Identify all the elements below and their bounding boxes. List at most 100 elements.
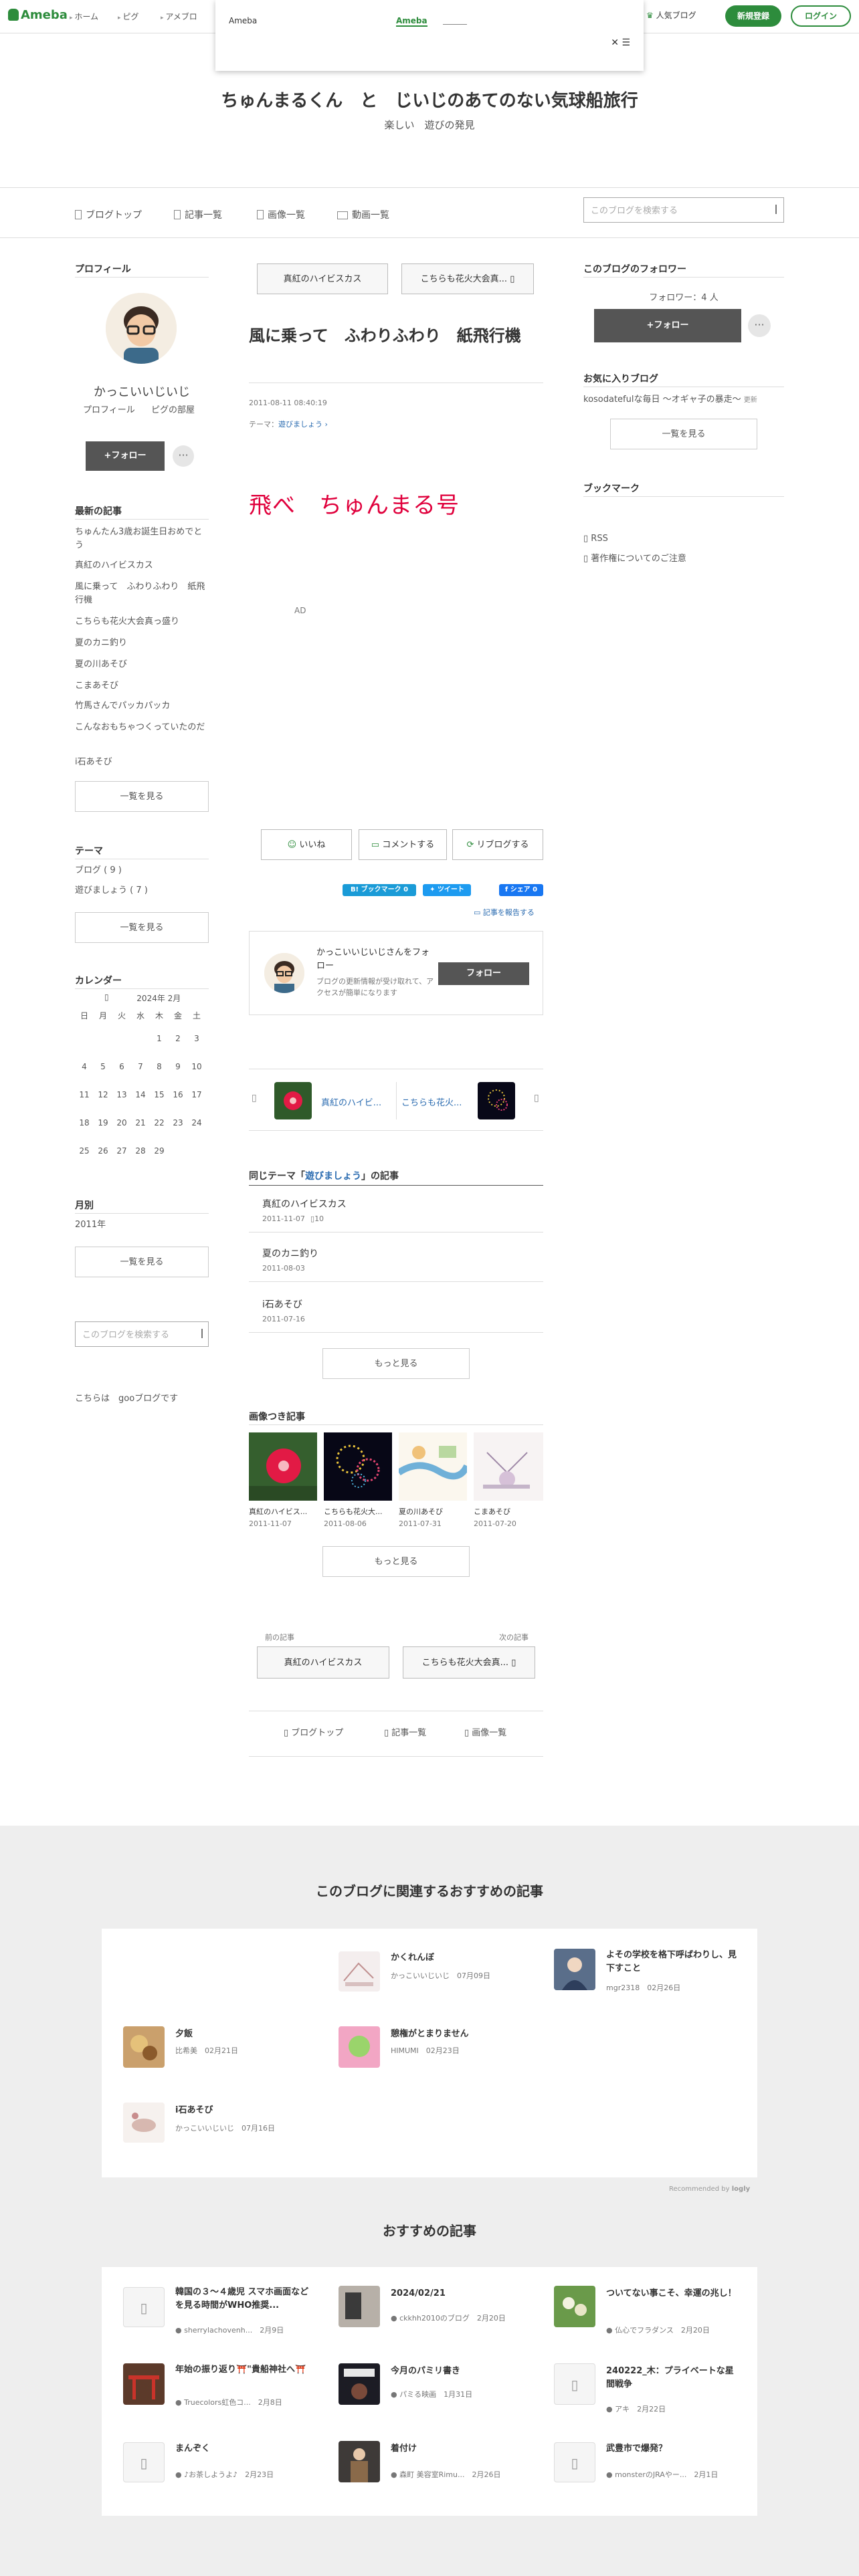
- bottom-blog-top-link[interactable]: ▯ ブログトップ: [284, 1727, 343, 1740]
- related-thumb[interactable]: [123, 2026, 165, 2068]
- recommend-thumb[interactable]: [123, 2363, 165, 2405]
- popup-link[interactable]: Ameba: [396, 16, 427, 27]
- profile-name[interactable]: かっこいいじいじ: [75, 383, 209, 400]
- related-title[interactable]: よその学校を格下呼ばわりし、見下すこと: [606, 1949, 740, 1975]
- nav-ameblo[interactable]: アメブロ: [161, 11, 197, 22]
- related-title[interactable]: 憩権がとまりません: [391, 2028, 524, 2041]
- search-icon[interactable]: [774, 205, 777, 214]
- monthly-item[interactable]: 2011年: [75, 1218, 106, 1232]
- pigg-room-link[interactable]: ピグの部屋: [151, 404, 195, 417]
- recent-item[interactable]: 風に乗って ふわりふわり 紙飛行機: [75, 580, 209, 607]
- recommend-credit[interactable]: Recommended by logly: [669, 2185, 750, 2193]
- same-theme-more-button[interactable]: もっと見る: [322, 1348, 470, 1379]
- recent-more-button[interactable]: 一覧を見る: [75, 781, 209, 812]
- recommend-title[interactable]: 2024/02/21: [391, 2287, 524, 2300]
- blog-title[interactable]: ちゅんまるくん と じいじのあてのない気球船旅行: [0, 87, 859, 112]
- recent-item[interactable]: こちらも花火大会真っ盛り: [75, 615, 209, 629]
- document-icon[interactable]: ▯: [123, 2442, 165, 2482]
- image-thumb[interactable]: [324, 1432, 392, 1501]
- profile-follow-button[interactable]: +フォロー: [86, 441, 165, 471]
- followers-follow-button[interactable]: +フォロー: [594, 309, 741, 342]
- carousel-thumb-hibiscus[interactable]: [274, 1082, 312, 1119]
- carousel-item-label[interactable]: 真紅のハイビ...: [321, 1095, 381, 1108]
- bottom-next-article-button[interactable]: こちらも花火大会真... ▯: [403, 1646, 535, 1679]
- recommend-title[interactable]: 韓国の３～４歳児 スマホ画面などを見る時間がWHO推奨...: [175, 2286, 309, 2313]
- tweet-button[interactable]: ✦ ツイート: [423, 884, 471, 896]
- article-theme-link[interactable]: 遊びましょう: [278, 420, 322, 429]
- recommend-thumb[interactable]: [339, 2286, 380, 2327]
- related-title[interactable]: i石あそび: [175, 2104, 309, 2117]
- theme-item[interactable]: ブログ ( 9 ): [75, 864, 122, 877]
- signup-button[interactable]: 新規登録: [725, 5, 781, 27]
- recommend-title[interactable]: 今月のパミリ書き: [391, 2365, 524, 2378]
- image-article-title[interactable]: 夏の川あそび: [399, 1506, 443, 1517]
- related-thumb[interactable]: [554, 1949, 595, 1990]
- related-title[interactable]: かくれんぼ: [391, 1951, 498, 1965]
- related-thumb[interactable]: [339, 2026, 380, 2068]
- recent-item[interactable]: ちゅんたん3歳お誕生日おめでとう: [75, 526, 209, 552]
- theme-item[interactable]: 遊びましょう ( 7 ): [75, 884, 148, 897]
- related-thumb[interactable]: [123, 2103, 165, 2143]
- theme-more-button[interactable]: 一覧を見る: [75, 912, 209, 943]
- carousel-thumb-fireworks[interactable]: [478, 1082, 515, 1119]
- recommend-title[interactable]: 240222_木：プライベートな星間戦争: [606, 2365, 740, 2391]
- tab-blog-top[interactable]: ブログトップ: [75, 208, 142, 221]
- image-thumb[interactable]: [474, 1432, 543, 1501]
- recommend-title[interactable]: 武豊市で爆発？: [606, 2442, 740, 2456]
- article-title[interactable]: 風に乗って ふわりふわり 紙飛行機: [249, 324, 543, 348]
- recent-item[interactable]: 夏のカニ釣り: [75, 637, 209, 650]
- ameba-logo[interactable]: Ameba: [8, 8, 68, 22]
- tab-entry-list[interactable]: 記事一覧: [174, 208, 222, 221]
- nav-pigg[interactable]: ピグ: [118, 11, 138, 22]
- profile-more-button[interactable]: ···: [173, 445, 194, 467]
- same-theme-item-title[interactable]: 夏のカニ釣り: [262, 1247, 318, 1260]
- recommend-title[interactable]: ついてない事こそ、幸運の兆し！: [606, 2287, 740, 2300]
- hatena-bookmark-button[interactable]: B! ブックマーク 0: [343, 884, 416, 896]
- bottom-prev-article-button[interactable]: 真紅のハイビスカス: [257, 1646, 389, 1679]
- recent-item[interactable]: 真紅のハイビスカス: [75, 559, 209, 572]
- image-article-title[interactable]: 真紅のハイビス...: [249, 1506, 307, 1517]
- follow-card-button[interactable]: フォロー: [438, 962, 529, 985]
- login-button[interactable]: ログイン: [791, 5, 851, 27]
- same-theme-link[interactable]: 遊びましょう: [305, 1171, 361, 1182]
- recommend-thumb[interactable]: [339, 2441, 380, 2482]
- recent-item[interactable]: 夏の川あそび: [75, 658, 209, 671]
- related-thumb[interactable]: [339, 1951, 380, 1992]
- same-theme-item-title[interactable]: i石あそび: [262, 1297, 302, 1311]
- prev-article-button[interactable]: 真紅のハイビスカス: [257, 263, 388, 294]
- recent-item[interactable]: 竹馬さんでパッカパッカ: [75, 700, 209, 713]
- recommend-title[interactable]: まんぞく: [175, 2442, 309, 2456]
- profile-avatar[interactable]: [106, 293, 177, 364]
- same-theme-item-title[interactable]: 真紅のハイビスカス: [262, 1197, 347, 1210]
- carousel-item-label[interactable]: こちらも花火...: [401, 1095, 462, 1108]
- image-thumb[interactable]: [399, 1432, 467, 1501]
- nav-home[interactable]: ホーム: [70, 11, 98, 22]
- search-input[interactable]: このブログを検索する: [583, 197, 784, 223]
- favorite-blog-item[interactable]: kosodatefulな毎日 ～オギャ子の暴走～ 更新: [583, 393, 757, 407]
- popup-close-icon[interactable]: ✕ ☰: [611, 37, 630, 48]
- rss-link[interactable]: ▯ RSS: [583, 532, 608, 546]
- copyright-link[interactable]: ▯ 著作権についてのご注意: [583, 552, 686, 566]
- next-article-button[interactable]: こちらも花火大会真... ▯: [401, 263, 534, 294]
- image-articles-more-button[interactable]: もっと見る: [322, 1546, 470, 1577]
- document-icon[interactable]: ▯: [554, 2442, 595, 2482]
- related-title[interactable]: 夕飯: [175, 2028, 309, 2041]
- calendar-prev-icon[interactable]: ▯: [104, 992, 109, 1002]
- reblog-button[interactable]: ⟳ リブログする: [452, 829, 543, 860]
- recent-item[interactable]: i石あそび: [75, 756, 209, 769]
- monthly-more-button[interactable]: 一覧を見る: [75, 1247, 209, 1277]
- recent-item[interactable]: こまあそび: [75, 679, 209, 693]
- follower-count[interactable]: フォロワー：4 人: [583, 292, 784, 305]
- like-button[interactable]: ☺ いいね: [261, 829, 352, 860]
- popular-blog-link[interactable]: ♛ 人気ブログ: [646, 9, 696, 21]
- facebook-share-button[interactable]: f シェア 0: [499, 884, 543, 896]
- search-icon[interactable]: [200, 1329, 203, 1338]
- tab-video-list[interactable]: 動画一覧: [337, 208, 389, 221]
- recommend-title[interactable]: 年始の振り返り⛩️"貴船神社へ⛩️: [175, 2363, 309, 2377]
- image-article-title[interactable]: こちらも花火大...: [324, 1506, 383, 1517]
- recommend-thumb[interactable]: [554, 2286, 595, 2327]
- followers-more-button[interactable]: ···: [748, 314, 771, 337]
- image-article-title[interactable]: こまあそび: [474, 1506, 510, 1517]
- recommend-thumb[interactable]: [339, 2363, 380, 2405]
- carousel-next-icon[interactable]: ▯: [534, 1093, 539, 1103]
